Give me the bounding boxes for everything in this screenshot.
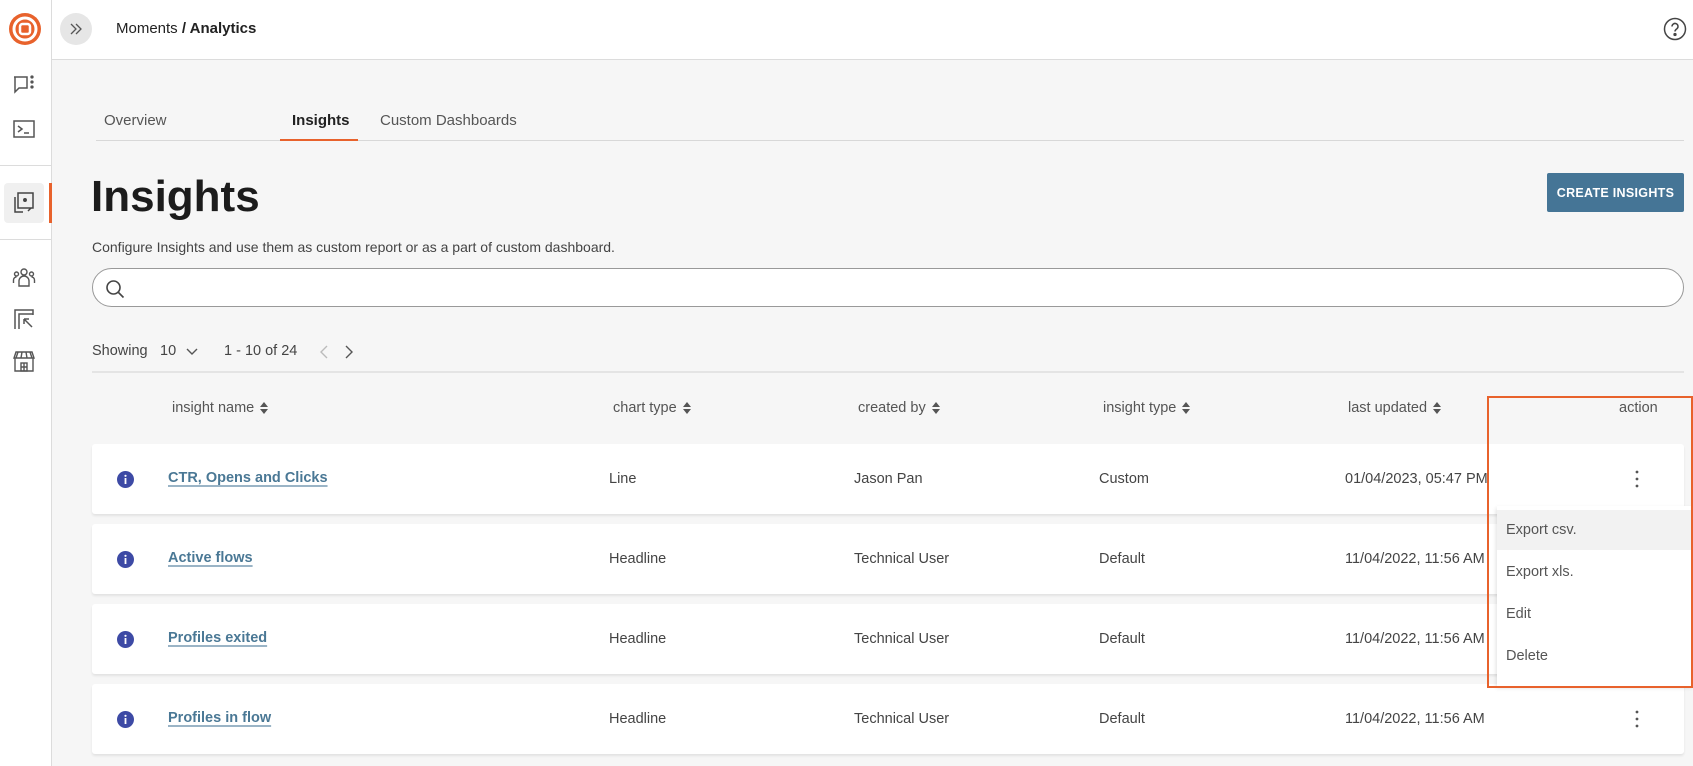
column-header-action: action xyxy=(1619,400,1658,416)
table-row: Profiles in flow Headline Technical User… xyxy=(92,684,1684,754)
created-by-cell: Technical User xyxy=(854,711,950,727)
page-description: Configure Insights and use them as custo… xyxy=(92,239,615,255)
last-updated-cell: 11/04/2022, 11:56 AM xyxy=(1345,551,1485,567)
created-by-cell: Technical User xyxy=(854,551,950,567)
search-icon xyxy=(106,280,125,299)
menu-item-edit[interactable]: Edit xyxy=(1497,594,1693,634)
next-page-icon[interactable] xyxy=(345,345,353,359)
tab-overview[interactable]: Overview xyxy=(104,112,167,141)
export-icon[interactable] xyxy=(11,306,37,332)
sort-icon xyxy=(1182,402,1191,414)
column-header-created-by[interactable]: created by xyxy=(858,400,940,416)
pagination-divider xyxy=(92,371,1684,373)
insight-name-link[interactable]: CTR, Opens and Clicks xyxy=(168,470,328,486)
chart-type-cell: Headline xyxy=(609,711,667,727)
column-label: insight name xyxy=(172,400,255,416)
info-icon[interactable] xyxy=(117,471,134,488)
showing-label: Showing xyxy=(92,343,148,359)
action-menu: Export csv. Export xls. Edit Delete xyxy=(1497,506,1693,686)
brand-logo-icon[interactable] xyxy=(8,12,42,46)
menu-item-delete[interactable]: Delete xyxy=(1497,636,1693,676)
help-icon[interactable] xyxy=(1663,17,1687,41)
table-row: Active flows Headline Technical User Def… xyxy=(92,524,1684,594)
page-size-select[interactable]: 10 xyxy=(160,343,176,359)
column-label: chart type xyxy=(613,400,677,416)
sidebar-divider xyxy=(0,165,51,166)
info-icon[interactable] xyxy=(117,551,134,568)
created-by-cell: Jason Pan xyxy=(854,471,923,487)
table-row: CTR, Opens and Clicks Line Jason Pan Cus… xyxy=(92,444,1684,514)
sidebar-active-indicator xyxy=(49,183,52,223)
chat-bubble-icon[interactable] xyxy=(11,72,37,98)
chevron-down-icon[interactable] xyxy=(186,348,198,356)
breadcrumb-current: Analytics xyxy=(189,20,257,37)
double-chevron-right-icon xyxy=(70,23,82,35)
active-tab-indicator xyxy=(280,139,358,141)
sidebar-divider xyxy=(0,239,51,240)
sort-icon xyxy=(682,402,691,414)
prev-page-icon[interactable] xyxy=(320,345,328,359)
search-field[interactable] xyxy=(92,268,1684,307)
column-header-last-updated[interactable]: last updated xyxy=(1348,400,1442,416)
tab-bar: Overview Insights Custom Dashboards xyxy=(96,100,1684,141)
insight-name-link[interactable]: Active flows xyxy=(168,550,253,566)
column-header-insight-name[interactable]: insight name xyxy=(172,400,269,416)
insight-name-link[interactable]: Profiles exited xyxy=(168,630,267,646)
people-icon[interactable] xyxy=(11,264,37,290)
search-input[interactable] xyxy=(133,273,1663,303)
more-vertical-icon[interactable] xyxy=(1631,468,1643,490)
menu-item-export-xls[interactable]: Export xls. xyxy=(1497,552,1693,592)
created-by-cell: Technical User xyxy=(854,631,950,647)
breadcrumb: Moments / Analytics xyxy=(116,20,256,37)
terminal-icon[interactable] xyxy=(11,116,37,142)
insight-type-cell: Default xyxy=(1099,631,1145,647)
sort-icon xyxy=(931,402,940,414)
breadcrumb-separator: / xyxy=(177,20,190,37)
chart-type-cell: Headline xyxy=(609,631,667,647)
sidebar xyxy=(0,0,52,766)
top-header: Moments / Analytics xyxy=(52,0,1693,60)
column-label: action xyxy=(1619,400,1658,416)
sort-icon xyxy=(1433,402,1442,414)
insight-type-cell: Custom xyxy=(1099,471,1149,487)
pagination: Showing 10 1 - 10 of 24 xyxy=(92,342,1684,362)
analytics-icon[interactable] xyxy=(11,190,37,216)
chart-type-cell: Headline xyxy=(609,551,667,567)
last-updated-cell: 11/04/2022, 11:56 AM xyxy=(1345,631,1485,647)
tab-custom-dashboards[interactable]: Custom Dashboards xyxy=(380,112,517,141)
last-updated-cell: 11/04/2022, 11:56 AM xyxy=(1345,711,1485,727)
page-title: Insights xyxy=(91,172,260,221)
chart-type-cell: Line xyxy=(609,471,637,487)
menu-item-export-csv[interactable]: Export csv. xyxy=(1497,510,1693,550)
more-vertical-icon[interactable] xyxy=(1631,708,1643,730)
last-updated-cell: 01/04/2023, 05:47 PM xyxy=(1345,471,1488,487)
store-icon[interactable] xyxy=(11,348,37,374)
breadcrumb-parent[interactable]: Moments xyxy=(116,20,178,37)
insight-type-cell: Default xyxy=(1099,711,1145,727)
column-label: insight type xyxy=(1103,400,1177,416)
table-row: Profiles exited Headline Technical User … xyxy=(92,604,1684,674)
sort-icon xyxy=(260,402,269,414)
column-label: created by xyxy=(858,400,926,416)
insight-type-cell: Default xyxy=(1099,551,1145,567)
page-range: 1 - 10 of 24 xyxy=(224,343,298,359)
column-label: last updated xyxy=(1348,400,1428,416)
insight-name-link[interactable]: Profiles in flow xyxy=(168,710,271,726)
column-header-insight-type[interactable]: insight type xyxy=(1103,400,1191,416)
info-icon[interactable] xyxy=(117,711,134,728)
column-header-chart-type[interactable]: chart type xyxy=(613,400,691,416)
create-insights-button[interactable]: CREATE INSIGHTS xyxy=(1547,173,1684,212)
expand-sidebar-button[interactable] xyxy=(60,13,92,45)
tab-insights[interactable]: Insights xyxy=(292,112,350,141)
info-icon[interactable] xyxy=(117,631,134,648)
